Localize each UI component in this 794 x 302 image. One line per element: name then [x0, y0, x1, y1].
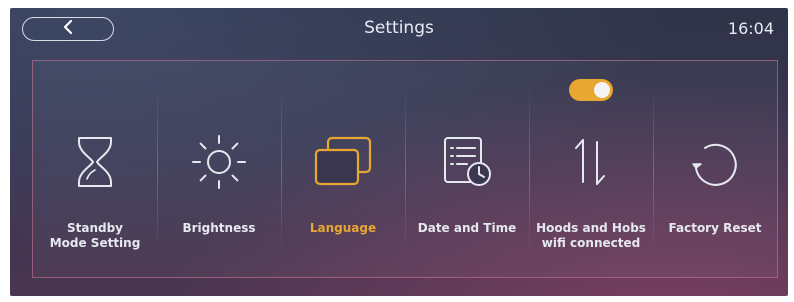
settings-screen: Settings 16:04 Standby Mode Setting Brig… — [10, 8, 788, 296]
toggle-knob — [594, 82, 610, 98]
tile-label-hoods-hobs: Hoods and Hobs wifi connected — [536, 221, 646, 250]
up-down-arrows-icon — [555, 131, 627, 193]
wifi-connection-toggle[interactable] — [569, 79, 613, 101]
tile-label-factory-reset: Factory Reset — [668, 221, 762, 235]
tile-standby-mode[interactable]: Standby Mode Setting — [33, 61, 157, 277]
reset-arrow-icon — [679, 131, 751, 193]
tile-date-time[interactable]: Date and Time — [405, 61, 529, 277]
calendar-clock-icon — [431, 131, 503, 193]
tile-label-date-time: Date and Time — [417, 221, 517, 235]
tile-factory-reset[interactable]: Factory Reset — [653, 61, 777, 277]
tile-language[interactable]: Language — [281, 61, 405, 277]
stacked-windows-icon — [307, 131, 379, 193]
sun-icon — [183, 131, 255, 193]
tile-brightness[interactable]: Brightness — [157, 61, 281, 277]
tile-hoods-hobs[interactable]: Hoods and Hobs wifi connected — [529, 61, 653, 277]
top-bar: Settings 16:04 — [10, 8, 788, 54]
tile-label-brightness: Brightness — [182, 221, 256, 235]
tile-label-language: Language — [309, 221, 377, 235]
tile-label-standby: Standby Mode Setting — [49, 221, 141, 250]
page-title: Settings — [364, 18, 434, 38]
settings-panel: Standby Mode Setting Brightness Language… — [32, 60, 778, 278]
clock-time: 16:04 — [727, 19, 774, 38]
hourglass-icon — [59, 131, 131, 193]
